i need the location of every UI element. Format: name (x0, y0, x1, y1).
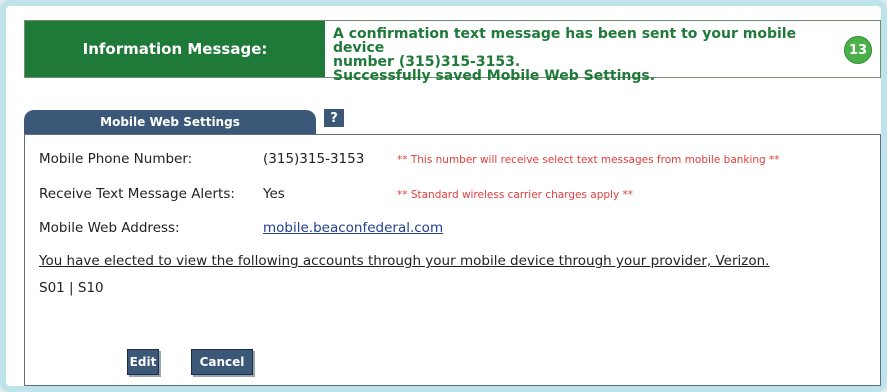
help-icon[interactable]: ? (324, 109, 344, 127)
info-message-text: A confirmation text message has been sen… (333, 27, 833, 83)
info-message-label: Information Message: (25, 21, 325, 77)
info-message-line1: A confirmation text message has been sen… (333, 26, 797, 56)
mobile-web-address-link[interactable]: mobile.beaconfederal.com (263, 220, 443, 236)
info-message-line2: number (315)315-3153. (333, 54, 521, 70)
cancel-button[interactable]: Cancel (191, 349, 253, 375)
text-alerts-value: Yes (263, 186, 285, 202)
tab-mobile-web-settings[interactable]: Mobile Web Settings (24, 110, 316, 134)
text-alerts-label: Receive Text Message Alerts: (39, 186, 235, 202)
mobile-web-address-label: Mobile Web Address: (39, 220, 180, 236)
step-number-badge: 13 (844, 36, 872, 64)
page-frame: Information Message: A confirmation text… (0, 0, 887, 392)
phone-number-value: (315)315-3153 (263, 151, 365, 167)
elected-accounts-text: You have elected to view the following a… (39, 253, 770, 269)
information-message-bar: Information Message: A confirmation text… (24, 20, 881, 83)
info-message-line3: Successfully saved Mobile Web Settings. (333, 68, 656, 84)
phone-number-label: Mobile Phone Number: (39, 151, 193, 167)
edit-button[interactable]: Edit (127, 349, 159, 375)
mobile-web-settings-panel: Mobile Phone Number: (315)315-3153 ** Th… (24, 134, 881, 386)
text-alerts-note: ** Standard wireless carrier charges app… (397, 189, 633, 201)
phone-number-note: ** This number will receive select text … (397, 154, 780, 166)
accounts-list: S01 | S10 (39, 280, 104, 296)
